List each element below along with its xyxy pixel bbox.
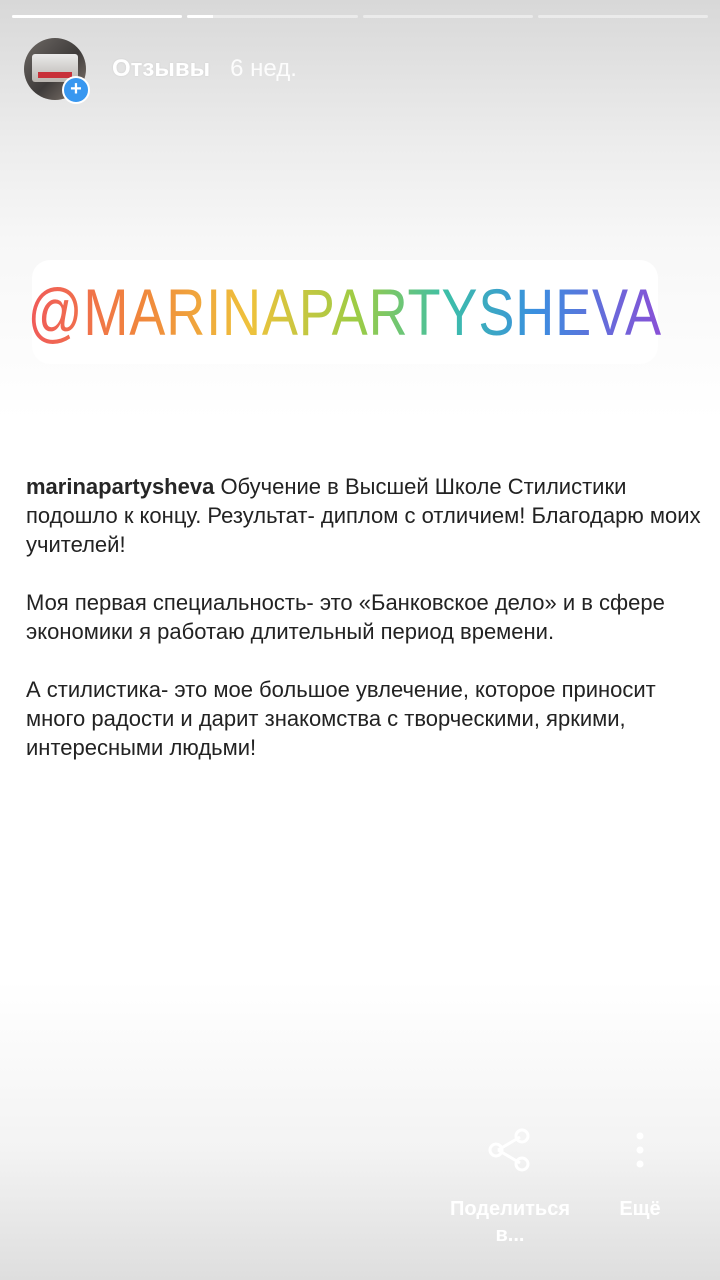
post-time: 6 нед. — [230, 55, 297, 82]
progress-fill — [12, 15, 183, 18]
caption-paragraph: А стилистика- это мое большое увлечение,… — [26, 677, 656, 760]
avatar[interactable]: + — [24, 38, 90, 104]
progress-fill — [187, 15, 213, 18]
mention-sticker[interactable]: @MARINAPARTYSHEVA — [28, 260, 661, 364]
add-story-plus-icon[interactable]: + — [62, 76, 90, 104]
caption-paragraph: marinapartysheva Обучение в Высшей Школе… — [26, 472, 706, 559]
more-vertical-icon — [634, 1120, 646, 1180]
progress-segment — [537, 15, 708, 18]
progress-segment — [12, 15, 183, 18]
avatar-image-detail — [38, 72, 72, 78]
progress-segment — [362, 15, 533, 18]
story-progress-bar — [12, 15, 708, 18]
account-name[interactable]: Отзывы — [112, 55, 210, 83]
caption-fade — [0, 790, 720, 830]
share-label: Поделиться в... — [449, 1198, 571, 1246]
progress-segment — [187, 15, 358, 18]
more-label: Ещё — [619, 1198, 661, 1220]
post-caption: marinapartysheva Обучение в Высшей Школе… — [26, 472, 706, 791]
share-button[interactable]: Поделиться в... — [442, 1120, 578, 1248]
caption-username: marinapartysheva — [26, 474, 215, 499]
more-button[interactable]: Ещё — [598, 1120, 682, 1222]
share-icon — [486, 1120, 534, 1180]
story-screen[interactable]: + Отзывы 6 нед. @MARINAPARTYSHEVA marina… — [0, 0, 720, 1280]
caption-paragraph: Моя первая специальность- это «Банковско… — [26, 590, 665, 644]
story-header: + Отзывы 6 нед. — [24, 38, 297, 104]
mention-sticker-text: @MARINAPARTYSHEVA — [27, 275, 663, 349]
